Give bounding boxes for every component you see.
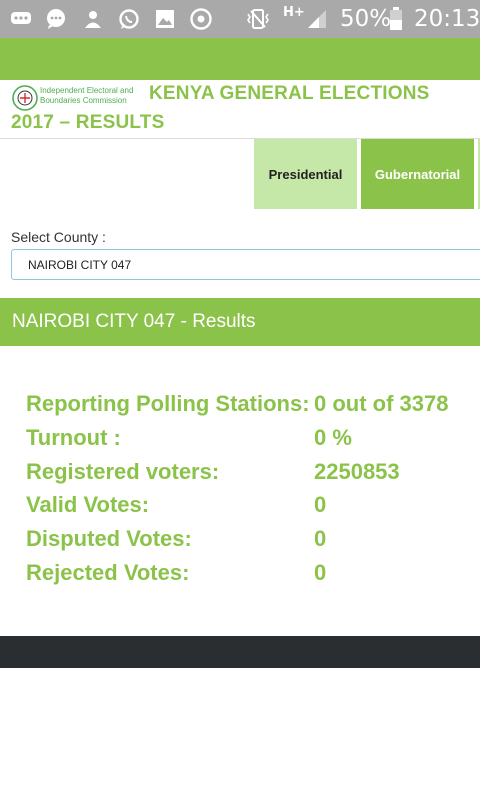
tab-gubernatorial[interactable]: Gubernatorial xyxy=(361,139,474,209)
whatsapp-icon xyxy=(118,8,140,30)
chat-icon xyxy=(45,8,67,30)
results-banner: NAIROBI CITY 047 - Results xyxy=(0,298,480,346)
gallery-icon xyxy=(154,8,176,30)
page-title-year: 2017 – RESULTS xyxy=(11,112,165,133)
page-title: KENYA GENERAL ELECTIONS xyxy=(149,83,430,104)
page-footer xyxy=(0,636,480,668)
vibrate-icon xyxy=(244,8,272,30)
county-select-label: Select County : xyxy=(11,229,106,245)
page-header: Independent Electoral and Boundaries Com… xyxy=(0,80,480,139)
stat-label-valid-votes: Valid Votes: xyxy=(26,492,150,517)
stat-label-registered-voters: Registered voters: xyxy=(26,459,220,484)
stat-value-registered-voters: 2250853 xyxy=(314,459,400,484)
stat-label-turnout: Turnout : xyxy=(26,425,121,450)
stat-value-valid-votes: 0 xyxy=(314,492,327,517)
results-heading: NAIROBI CITY 047 - Results xyxy=(12,311,256,332)
signal-icon xyxy=(306,8,328,30)
iebc-emblem-icon xyxy=(12,85,38,111)
stat-label-rejected-votes: Rejected Votes: xyxy=(26,560,190,585)
stat-value-reporting-stations: 0 out of 3378 xyxy=(314,391,449,416)
logo-text: Independent Electoral and Boundaries Com… xyxy=(40,86,134,105)
county-select-value: NAIROBI CITY 047 xyxy=(28,258,132,272)
result-type-tabs: Presidential Gubernatorial xyxy=(0,139,480,209)
messages-icon xyxy=(10,8,32,30)
county-select[interactable]: NAIROBI CITY 047 xyxy=(11,249,480,280)
tab-presidential[interactable]: Presidential xyxy=(254,139,357,209)
iebc-logo: Independent Electoral and Boundaries Com… xyxy=(12,84,138,111)
stat-value-rejected-votes: 0 xyxy=(314,560,327,585)
stat-value-disputed-votes: 0 xyxy=(314,526,327,551)
stat-label-disputed-votes: Disputed Votes: xyxy=(26,526,192,551)
battery-percentage: 50% xyxy=(340,6,392,32)
stat-value-turnout: 0 % xyxy=(314,425,352,450)
battery-icon xyxy=(389,7,403,30)
person-icon xyxy=(82,8,104,30)
network-type: H+ xyxy=(283,5,305,20)
clock: 20:13 xyxy=(414,6,480,32)
chrome-icon xyxy=(190,8,212,30)
status-bar: H+ 50% 20:13 xyxy=(0,0,480,38)
top-navigation-bar xyxy=(0,38,480,80)
stat-label-reporting-stations: Reporting Polling Stations: xyxy=(26,391,310,416)
